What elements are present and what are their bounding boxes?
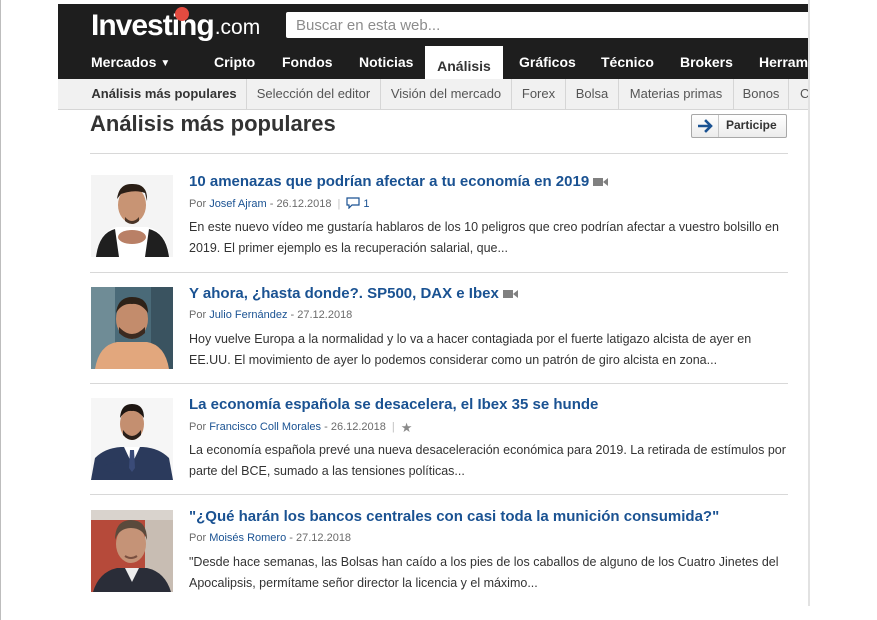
article-title-link[interactable]: Y ahora, ¿hasta donde?. SP500, DAX e Ibe… [189,285,518,302]
article-title-link[interactable]: 10 amenazas que podrían afectar a tu eco… [189,173,609,190]
participe-divider [718,115,719,137]
subnav-item-bonos[interactable]: Bonos [734,79,789,109]
search-box[interactable] [286,12,808,38]
by-label: Por [189,309,207,321]
subnav-item-bolsa[interactable]: Bolsa [566,79,619,109]
article-item: "¿Qué harán los bancos centrales con cas… [90,508,788,620]
author-link[interactable]: Josef Ajram [209,198,266,210]
article-item: 10 amenazas que podrían afectar a tu eco… [90,173,788,285]
video-camera-icon [502,290,518,298]
nav-item-analisis[interactable]: Análisis [425,46,503,79]
author-link[interactable]: Moisés Romero [209,532,286,544]
article-meta: Por Julio Fernández - 27.12.2018 [189,309,352,321]
author-photo[interactable] [91,398,173,480]
subnav-item-populares[interactable]: Análisis más populares [82,79,247,109]
subnav-item-vision[interactable]: Visión del mercado [381,79,512,109]
comment-count: 1 [363,198,370,210]
article-excerpt: Hoy vuelve Europa a la normalidad y lo v… [189,332,752,367]
page-title: Análisis más populares [90,111,336,136]
logo-wordmark: Investing [91,9,215,42]
article-title-link[interactable]: La economía española se desacelera, el I… [189,396,598,413]
by-label: Por [189,532,207,544]
author-link[interactable]: Francisco Coll Morales [209,421,321,433]
nav-item-brokers[interactable]: Brokers [680,46,733,79]
nav-item-cripto[interactable]: Cripto [214,46,255,79]
author-link[interactable]: Julio Fernández [209,309,287,321]
article-meta: Por Moisés Romero - 27.12.2018 [189,532,351,544]
article-meta: Por Josef Ajram - 26.12.2018 | 1 [189,197,369,210]
logo-dot-icon [175,7,189,21]
article-title: Y ahora, ¿hasta donde?. SP500, DAX e Ibe… [189,285,499,302]
article-divider [90,272,788,273]
author-photo[interactable] [91,510,173,592]
nav-item-graficos[interactable]: Gráficos [519,46,576,79]
nav-item-fondos[interactable]: Fondos [282,46,333,79]
subnav-item-seleccion[interactable]: Selección del editor [247,79,381,109]
author-photo[interactable] [91,175,173,257]
arrow-right-icon [698,119,713,133]
subnav-item-forex[interactable]: Forex [512,79,566,109]
participe-button[interactable]: Participe [691,114,787,138]
article-date: - 26.12.2018 [269,198,332,210]
video-camera-icon [593,178,609,186]
by-label: Por [189,198,207,210]
nav-item-label: Mercados [91,54,157,70]
article-date: - 27.12.2018 [289,532,352,544]
frame-border-right [808,0,810,606]
chevron-down-icon: ▼ [160,58,171,69]
article-excerpt: "Desde hace semanas, las Bolsas han caíd… [189,555,779,590]
nav-item-noticias[interactable]: Noticias [359,46,413,79]
logo-tld: .com [214,16,261,39]
investing-page: Investing .com Mercados▼ Cripto Fondos N… [58,0,808,620]
top-bar: Investing .com [58,4,808,46]
article-date: - 27.12.2018 [290,309,353,321]
comments-link[interactable]: 1 [346,197,370,210]
meta-separator: | [391,421,395,433]
search-input[interactable] [286,12,796,38]
article-excerpt: La economía española prevé una nueva des… [189,443,786,478]
article-divider [90,494,788,495]
meta-separator: | [337,198,341,210]
star-icon[interactable]: ★ [401,420,413,436]
article-title-link[interactable]: "¿Qué harán los bancos centrales con cas… [189,508,719,525]
article-meta: Por Francisco Coll Morales - 26.12.2018 |… [189,420,412,436]
author-photo[interactable] [91,287,173,369]
article-date: - 26.12.2018 [324,421,386,433]
by-label: Por [189,421,207,433]
article-excerpt: En este nuevo vídeo me gustaría hablaros… [189,220,779,255]
subnav-item-more[interactable]: C [789,79,808,109]
article-title: 10 amenazas que podrían afectar a tu eco… [189,173,590,190]
nav-item-mercados[interactable]: Mercados ▼ [91,46,170,79]
comment-bubble-icon [346,197,360,209]
participe-label: Participe [726,118,777,132]
article-divider [90,383,788,384]
article-item: Y ahora, ¿hasta donde?. SP500, DAX e Ibe… [90,285,788,397]
nav-item-tecnico[interactable]: Técnico [601,46,654,79]
subnav-item-materias[interactable]: Materias primas [619,79,734,109]
nav-item-herramientas[interactable]: Herramie [759,46,808,79]
article-item: La economía española se desacelera, el I… [90,396,788,508]
frame-border-left [0,0,1,620]
title-divider [90,153,788,154]
main-nav: Mercados ▼ Cripto Fondos Noticias Análisi… [58,46,808,79]
sub-nav: Análisis más populares Selección del edi… [58,79,808,110]
